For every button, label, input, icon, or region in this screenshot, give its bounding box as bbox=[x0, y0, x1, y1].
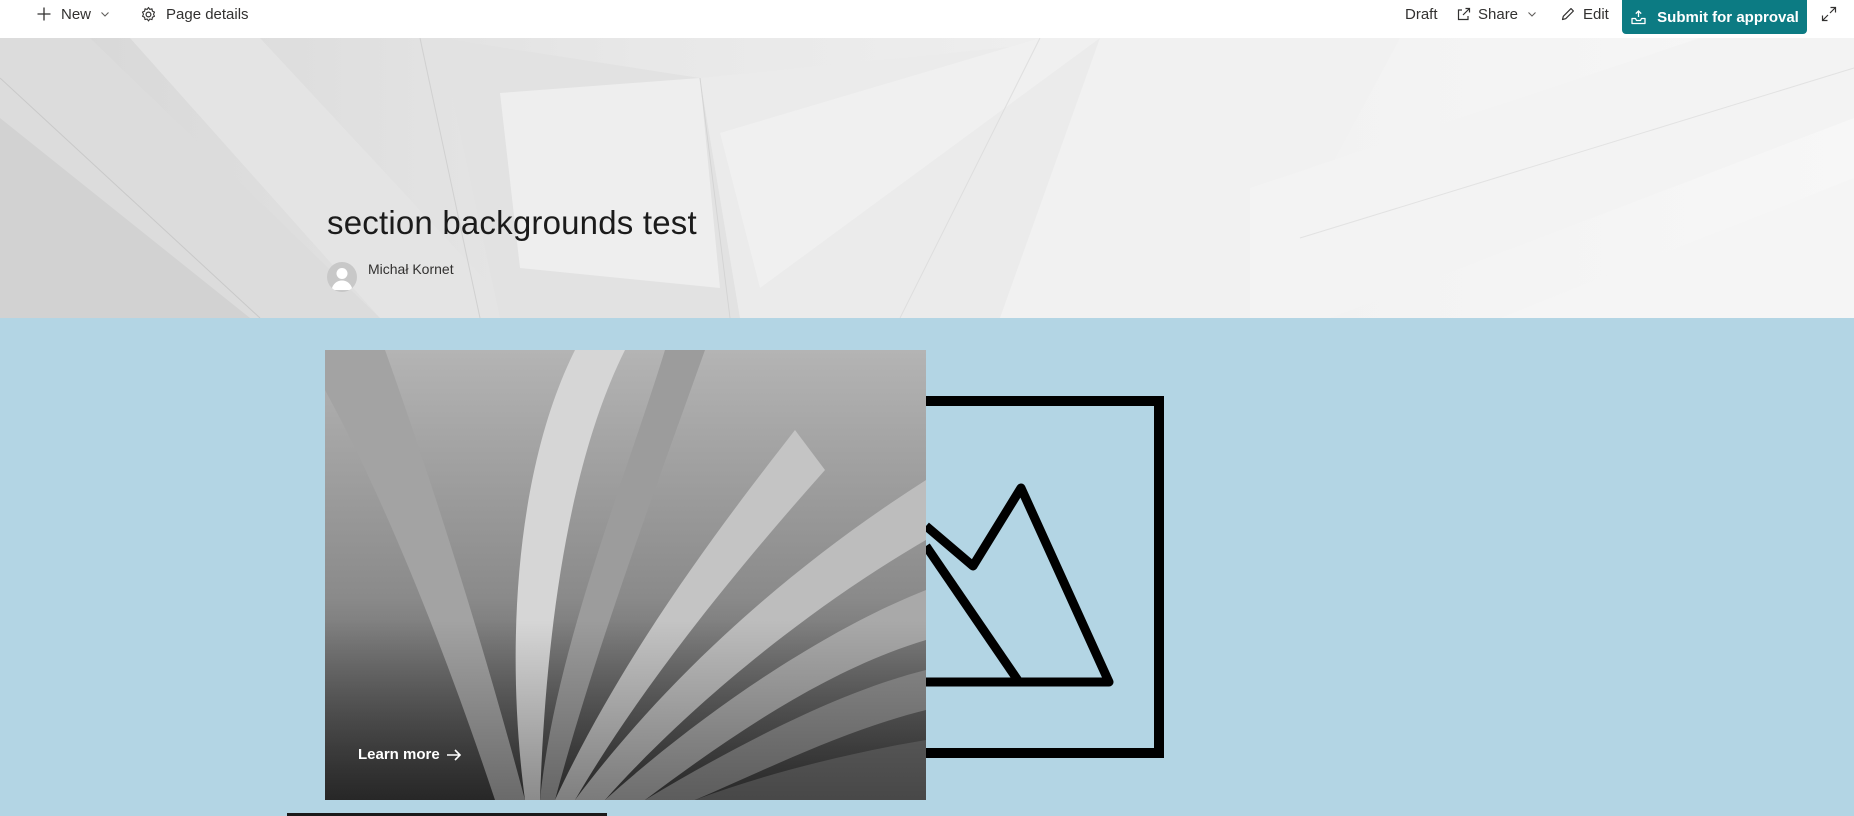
arrow-right-icon bbox=[445, 747, 463, 763]
learn-more-label: Learn more bbox=[358, 746, 440, 763]
command-bar: New Page details Draft Share Edit Submit… bbox=[0, 0, 1854, 38]
image-placeholder-icon bbox=[926, 396, 1164, 758]
author-name[interactable]: Michał Kornet bbox=[368, 261, 454, 277]
share-button-label: Share bbox=[1478, 5, 1519, 23]
page-section: Learn more bbox=[0, 318, 1854, 816]
page-details-button[interactable]: Page details bbox=[140, 0, 249, 28]
share-icon bbox=[1456, 6, 1472, 22]
pencil-icon bbox=[1560, 6, 1576, 22]
chevron-down-icon bbox=[100, 9, 110, 19]
header-background-image bbox=[0, 38, 1854, 318]
gear-icon bbox=[140, 6, 157, 23]
edit-button-label: Edit bbox=[1583, 5, 1609, 23]
page-header: section backgrounds test Michał Kornet bbox=[0, 38, 1854, 318]
avatar[interactable] bbox=[327, 262, 357, 292]
expand-button[interactable] bbox=[1820, 0, 1838, 28]
person-icon bbox=[331, 268, 353, 290]
page-title[interactable]: section backgrounds test bbox=[327, 204, 697, 242]
new-button-label: New bbox=[61, 5, 92, 23]
chevron-down-icon bbox=[1527, 9, 1537, 19]
inbox-upload-icon bbox=[1630, 9, 1647, 26]
new-button[interactable]: New bbox=[36, 0, 110, 28]
hero-book-image bbox=[325, 350, 926, 800]
learn-more-link[interactable]: Learn more bbox=[358, 746, 463, 763]
plus-icon bbox=[36, 6, 52, 22]
edit-button[interactable]: Edit bbox=[1560, 0, 1609, 28]
hero-tile[interactable]: Learn more bbox=[325, 350, 926, 800]
draft-status-label: Draft bbox=[1405, 5, 1438, 23]
page-details-label: Page details bbox=[166, 5, 249, 23]
share-button[interactable]: Share bbox=[1456, 0, 1537, 28]
submit-for-approval-label: Submit for approval bbox=[1657, 8, 1799, 26]
submit-for-approval-button[interactable]: Submit for approval bbox=[1622, 0, 1807, 34]
expand-icon bbox=[1820, 5, 1838, 23]
